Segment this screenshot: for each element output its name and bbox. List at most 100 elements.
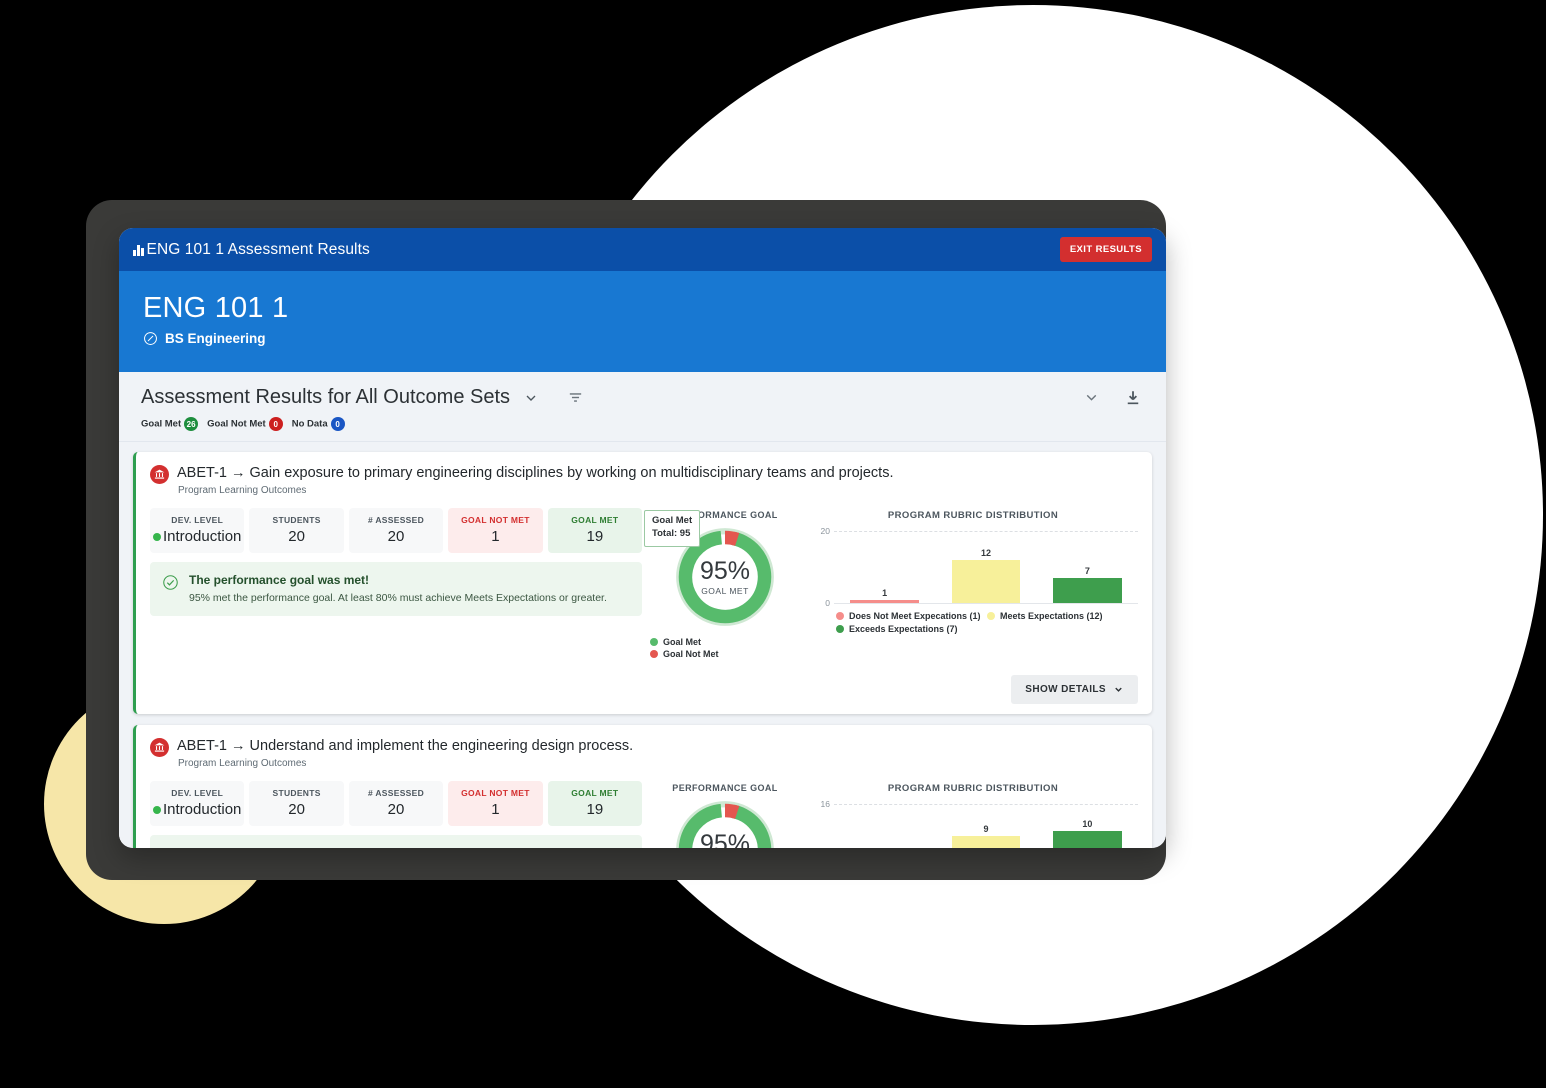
stat-goal-not-met: GOAL NOT MET 1 [448,508,543,554]
stat-row: DEV. LEVEL Introduction STUDENTS 20 # ASSESS… [150,508,643,554]
legend-label-goal-met: Goal Met [663,637,702,648]
outcome-card: ABET-1 → Understand and implement the en… [133,725,1152,848]
stat-goal-not-met: GOAL NOT MET 1 [448,781,543,827]
stat-value: 19 [586,801,604,819]
count-goal-met-badge: 26 [184,417,199,432]
show-details-button[interactable]: SHOW DETAILS [1011,675,1138,705]
stat-label: GOAL NOT MET [461,515,530,526]
bar-legend-item: Meets Expectations (12) [987,611,1138,621]
bar-value-label: 9 [983,823,989,834]
donut-tooltip: Goal Met Total: 95 [644,510,701,548]
bar-rect [1052,831,1122,848]
stat-label: GOAL MET [571,788,619,799]
outcome-set-label: Program Learning Outcomes [178,485,307,497]
page-title: ENG 101 1 [143,292,289,324]
alert-text: 95% met the performance goal. At least 8… [189,592,607,605]
tooltip-total: Total: 95 [652,528,691,540]
bar-legend-dot [836,625,844,634]
bar-item: 1 [834,804,935,848]
bar-value-label: 10 [1082,819,1093,830]
chevron-down-icon [1115,688,1122,693]
bar-legend-item: Does Not Meet Expecations (1) [836,611,987,621]
stat-value: 20 [387,528,405,546]
check-circle-icon [163,575,178,591]
bar-chart-title: PROGRAM RUBRIC DISTRIBUTION [887,783,1059,795]
download-icon[interactable] [1124,389,1142,407]
bar-item: 7 [1037,531,1138,604]
count-goal-not-met: Goal Not Met 0 [207,417,283,432]
bar-chart-legend: Does Not Meet Expecations (1) Meets Expec… [836,611,1138,637]
stat-value: Introduction [152,801,242,818]
alert-title: The performance goal was met! [189,846,607,848]
check-circle-icon [162,847,179,848]
chevron-down-icon[interactable] [523,390,539,406]
outcome-title: ABET-1 → Gain exposure to primary engine… [177,464,893,482]
outcome-arrow: → [231,465,246,482]
legend-label-goal-not-met: Goal Not Met [663,649,719,660]
outcome-card: ABET-1 → Gain exposure to primary engine… [133,452,1152,715]
performance-goal-donut: PERFORMANCE GOAL 95% GOAL MET Goal Met G… [644,508,800,661]
bar-item: 1 [834,531,935,604]
stat-dev-level: DEV. LEVEL Introduction [150,508,245,554]
bank-icon [150,465,169,485]
course-hero: ENG 101 1 BS Engineering [119,271,1166,373]
bar-value-label: 7 [1084,566,1090,577]
titlebar-title: ENG 101 1 Assessment Results [146,240,370,258]
stat-label: DEV. LEVEL [171,515,224,526]
tooltip-title: Goal Met [652,515,693,527]
bar-chart-title: PROGRAM RUBRIC DISTRIBUTION [887,510,1059,522]
legend-dot-goal-not-met [650,650,658,659]
stat-label: GOAL NOT MET [461,788,530,799]
bar-chart-plot: 20 0 1 12 7 [821,526,1138,608]
stat-row: DEV. LEVEL Introduction STUDENTS 20 # ASSESS… [150,781,643,827]
bar-legend-item: Exceeds Expectations (7) [836,624,987,634]
bar-legend-label: Does Not Meet Expecations (1) [849,611,981,622]
bar-legend-dot [987,612,995,621]
outcome-statement: Gain exposure to primary engineering dis… [249,465,894,482]
dev-level-dot-icon [153,805,161,814]
stat-value: 20 [288,801,305,819]
bar-item: 9 [935,804,1036,848]
stat-label: STUDENTS [272,788,321,799]
gridline-base [834,603,1138,605]
exit-results-button[interactable]: EXIT RESULTS [1059,237,1152,262]
y-axis-tick-max: 20 [820,526,830,537]
stat-label: # ASSESSED [367,788,425,799]
bar-value-label: 12 [980,548,991,559]
stat-goal-met: GOAL MET 19 [547,781,643,827]
stat-value: 19 [586,528,604,546]
bar-series: 1910 [834,804,1138,848]
stat-assessed: # ASSESSED 20 [348,781,444,827]
program-rubric-distribution: PROGRAM RUBRIC DISTRIBUTION 20 0 1 12 7 Do… [808,508,1138,637]
donut-caption: GOAL MET [701,585,749,596]
stat-label: DEV. LEVEL [171,788,224,799]
stat-value: 1 [491,801,500,819]
stat-value: 20 [288,528,305,546]
outcome-arrow: → [231,738,246,755]
donut-percent: 95% [699,829,751,848]
performance-alert: The performance goal was met! 95% met th… [150,835,642,848]
app-window: ENG 101 1 Assessment Results EXIT RESULT… [119,228,1166,848]
bar-item: 12 [935,531,1036,604]
performance-alert: The performance goal was met! 95% met th… [150,562,642,617]
bar-legend-dot [836,612,844,621]
bar-rect [951,560,1021,604]
count-goal-met: Goal Met 26 [141,417,199,432]
bar-item: 10 [1037,804,1138,848]
stat-students: STUDENTS 20 [249,781,344,827]
stat-label: STUDENTS [272,515,321,526]
dev-level-dot-icon [153,532,161,541]
collapse-all-chevron-down-icon[interactable] [1083,389,1100,406]
bar-chart-plot: 16 0 1910 [821,799,1138,848]
bar-chart-icon [133,243,144,256]
donut-percent: 95% [699,556,751,585]
bar-rect [951,835,1021,848]
compass-icon [144,332,157,346]
count-no-data: No Data 0 [292,417,345,432]
stat-dev-level: DEV. LEVEL Introduction [150,781,245,827]
bar-rect [1052,578,1122,604]
y-axis-tick-min: 0 [825,598,830,609]
donut-legend: Goal Met Goal Not Met [650,637,800,659]
stat-students: STUDENTS 20 [249,508,344,554]
filter-icon[interactable] [567,389,584,406]
